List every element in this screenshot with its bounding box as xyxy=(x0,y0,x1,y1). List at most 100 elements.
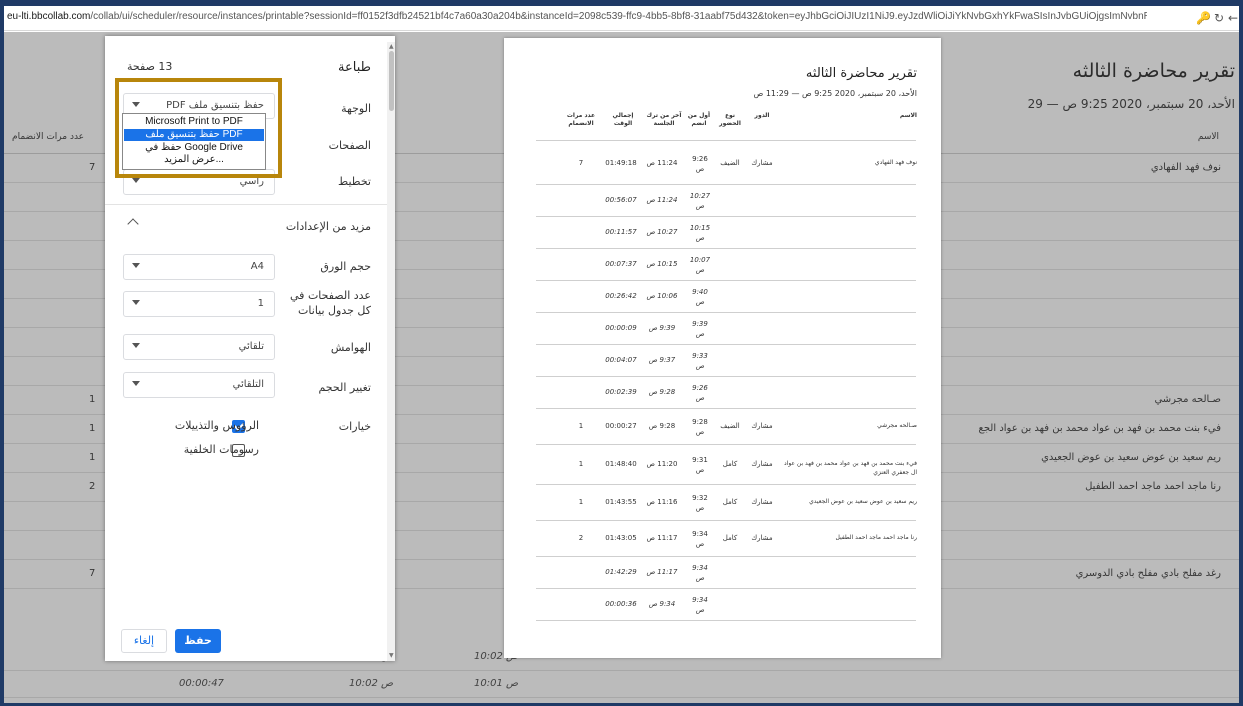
chevron-down-icon xyxy=(132,300,140,305)
preview-cell-name: صـالحه مجرشي xyxy=(877,422,917,429)
preview-title: تقرير محاضرة الثالثه xyxy=(805,66,917,81)
pages-per-sheet-value: 1 xyxy=(257,298,264,309)
preview-header-total-time: إجمالي الوقت xyxy=(612,112,634,127)
preview-header-role: الدور xyxy=(754,112,770,119)
scale-value: التلقائي xyxy=(232,379,264,390)
preview-cell-last: 11:20 ص xyxy=(646,460,678,468)
preview-cell-total: 01:48:40 xyxy=(605,460,637,468)
more-settings-toggle[interactable]: مزيد من الإعدادات xyxy=(286,220,371,233)
margins-select[interactable]: تلقائي xyxy=(123,334,275,360)
url-path: /collab/ui/scheduler/resource/instances/… xyxy=(90,11,1147,22)
print-title: طباعة xyxy=(338,60,371,75)
preview-cell-first: 9:39 ص xyxy=(692,320,708,338)
pages-label: الصفحات xyxy=(328,139,371,152)
preview-cell-total: 00:00:36 xyxy=(605,600,637,608)
preview-cell-attendance: كامل xyxy=(722,460,738,468)
preview-row-divider xyxy=(536,444,916,445)
preview-cell-last: 9:28 ص xyxy=(648,388,676,396)
preview-cell-name: نوف فهد الفهادي xyxy=(874,159,917,166)
key-icon[interactable]: 🔑 xyxy=(1196,11,1211,25)
preview-cell-attendance: كامل xyxy=(722,498,738,506)
paper-size-select[interactable]: A4 xyxy=(123,254,275,280)
preview-row-divider xyxy=(536,588,916,589)
background-graphics-label[interactable]: رسومات الخلفية xyxy=(184,443,259,456)
headers-footers-label[interactable]: الرؤوس والتذييلات xyxy=(175,419,259,432)
preview-row-divider xyxy=(536,184,916,185)
url-text[interactable]: eu-lti.bbcollab.com/collab/ui/scheduler/… xyxy=(7,11,1147,22)
preview-header-first-join: أول من انضم xyxy=(687,112,711,127)
preview-cell-last: 10:27 ص xyxy=(646,228,678,236)
preview-cell-first: 10:15 ص xyxy=(689,224,711,242)
margins-value: تلقائي xyxy=(238,341,264,352)
preview-header-join-count: عدد مرات الانضمام xyxy=(566,112,596,127)
preview-row-divider xyxy=(536,344,916,345)
print-preview-page: تقرير محاضرة الثالثه الأحد، 20 سبتمبر، 2… xyxy=(504,38,941,658)
preview-cell-first: 10:07 ص xyxy=(689,256,711,274)
scroll-up-icon[interactable]: ▲ xyxy=(389,43,394,50)
preview-cell-last: 11:17 ص xyxy=(646,568,678,576)
preview-header-attendance: نوع الحضور xyxy=(719,112,741,127)
preview-row-divider xyxy=(536,556,916,557)
paper-size-value: A4 xyxy=(250,261,264,272)
preview-cell-first: 9:34 ص xyxy=(692,596,708,614)
scale-select[interactable]: التلقائي xyxy=(123,372,275,398)
panel-scrollbar[interactable] xyxy=(387,42,395,661)
scroll-down-icon[interactable]: ▼ xyxy=(389,652,394,659)
preview-subtitle: الأحد، 20 سبتمبر، 2020 9:25 ص — 11:29 ص xyxy=(753,89,917,98)
preview-cell-count: 1 xyxy=(578,498,584,506)
preview-cell-role: مشارك xyxy=(751,534,773,542)
preview-cell-count: 1 xyxy=(578,460,584,468)
preview-cell-count: 1 xyxy=(578,422,584,430)
scrollbar-thumb[interactable] xyxy=(389,51,394,111)
margins-label: الهوامش xyxy=(330,341,371,354)
preview-cell-first: 9:26 ص xyxy=(692,155,708,173)
preview-cell-first: 10:27 ص xyxy=(689,192,711,210)
preview-row-divider xyxy=(536,248,916,249)
save-button[interactable]: حفظ xyxy=(175,629,221,653)
url-host: eu-lti.bbcollab.com xyxy=(7,11,91,22)
browser-window: eu-lti.bbcollab.com/collab/ui/scheduler/… xyxy=(4,6,1239,703)
preview-cell-last: 11:17 ص xyxy=(646,534,678,542)
preview-row-divider xyxy=(536,280,916,281)
paper-size-label: حجم الورق xyxy=(320,260,371,273)
address-bar[interactable]: eu-lti.bbcollab.com/collab/ui/scheduler/… xyxy=(4,6,1239,31)
preview-cell-role: مشارك xyxy=(751,159,773,167)
preview-cell-last: 9:39 ص xyxy=(648,324,676,332)
preview-cell-count: 2 xyxy=(578,534,584,542)
chevron-down-icon xyxy=(132,178,140,183)
preview-row-divider xyxy=(536,484,916,485)
preview-cell-last: 11:16 ص xyxy=(646,498,678,506)
chevron-up-icon[interactable] xyxy=(127,218,139,230)
preview-header-name: الاسم xyxy=(899,112,917,119)
preview-cell-total: 00:00:27 xyxy=(605,422,637,430)
preview-cell-first: 9:32 ص xyxy=(692,494,708,512)
preview-cell-total: 00:56:07 xyxy=(605,196,637,204)
chevron-down-icon xyxy=(132,343,140,348)
preview-cell-first: 9:33 ص xyxy=(692,352,708,370)
preview-cell-last: 10:06 ص xyxy=(646,292,678,300)
back-icon[interactable]: ← xyxy=(1228,11,1238,25)
preview-cell-last: 9:28 ص xyxy=(648,422,676,430)
preview-row-divider xyxy=(536,520,916,521)
preview-cell-total: 00:04:07 xyxy=(605,356,637,364)
preview-cell-last: 10:15 ص xyxy=(646,260,678,268)
preview-cell-total: 01:42:29 xyxy=(605,568,637,576)
preview-cell-first: 9:34 ص xyxy=(692,530,708,548)
annotation-highlight-box xyxy=(115,78,282,178)
preview-cell-first: 9:34 ص xyxy=(692,564,708,582)
reload-icon[interactable]: ↻ xyxy=(1214,11,1224,25)
preview-cell-role: مشارك xyxy=(751,498,773,506)
cancel-button[interactable]: إلغاء xyxy=(121,629,167,653)
preview-cell-role: مشارك xyxy=(751,422,773,430)
preview-cell-role: مشارك xyxy=(751,460,773,468)
pages-per-sheet-label: عدد الصفحات في كل جدول بيانات xyxy=(290,289,371,317)
chevron-down-icon xyxy=(132,263,140,268)
preview-cell-total: 01:43:05 xyxy=(605,534,637,542)
layout-label: تخطيط xyxy=(338,175,371,188)
preview-cell-total: 01:43:55 xyxy=(605,498,637,506)
scale-label: تغيير الحجم xyxy=(318,381,371,394)
preview-cell-last: 11:24 ص xyxy=(646,196,678,204)
preview-cell-first: 9:40 ص xyxy=(692,288,708,306)
destination-label: الوجهة xyxy=(341,102,371,115)
pages-per-sheet-select[interactable]: 1 xyxy=(123,291,275,317)
